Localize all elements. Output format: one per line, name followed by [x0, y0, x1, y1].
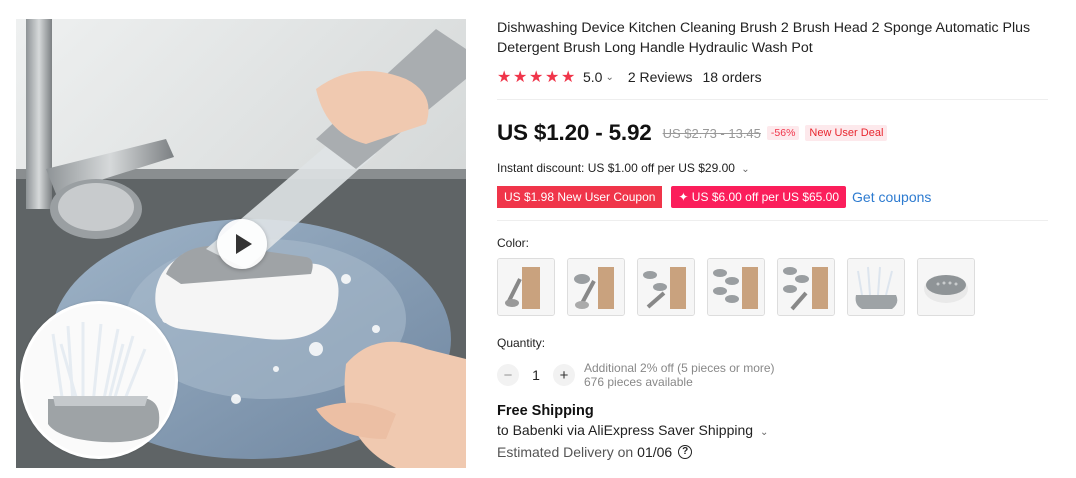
star-icon: ★ [513, 68, 528, 86]
stock-available: 676 pieces available [584, 375, 693, 389]
product-main-image[interactable] [16, 19, 466, 468]
shipping-method[interactable]: to Babenki via AliExpress Saver Shipping… [497, 422, 1057, 438]
brush-box-variant-1-icon [498, 259, 554, 315]
color-label: Color: [497, 236, 530, 250]
brush-box-variant-5-icon [778, 259, 834, 315]
chevron-down-icon[interactable]: ⌄ [605, 72, 613, 83]
star-icon: ★ [529, 68, 544, 86]
instant-discount-text: Instant discount: US $1.00 off per US $2… [497, 161, 735, 175]
help-icon[interactable]: ? [678, 445, 693, 459]
quantity-label: Quantity: [497, 336, 546, 350]
brush-box-variant-2-icon [568, 259, 624, 315]
chevron-down-icon: ⌄ [741, 164, 750, 175]
delivery-label: Estimated Delivery on [497, 444, 634, 460]
color-option-7[interactable] [917, 258, 975, 316]
bulk-discount-note: Additional 2% off (5 pieces or more) [584, 361, 775, 375]
delivery-date: 01/06 [637, 444, 673, 460]
reviews-link[interactable]: 2 Reviews [628, 69, 693, 85]
decrease-quantity-button[interactable]: − [497, 364, 519, 386]
star-icon: ★ [497, 68, 512, 86]
get-coupons-link[interactable]: Get coupons [852, 189, 931, 205]
brush-head-inset-image [20, 301, 178, 459]
instant-discount[interactable]: Instant discount: US $1.00 off per US $2… [497, 161, 1057, 177]
product-title: Dishwashing Device Kitchen Cleaning Brus… [497, 20, 1031, 56]
estimated-delivery: Estimated Delivery on 01/06 ? [497, 444, 1057, 460]
color-option-6[interactable] [847, 258, 905, 316]
coupon-row: US $1.98 New User Coupon ✦ US $6.00 off … [497, 186, 1057, 208]
rating-value[interactable]: 5.0 [583, 69, 602, 85]
new-user-coupon[interactable]: US $1.98 New User Coupon [497, 186, 663, 208]
original-price: US $2.73 - 13.45 [662, 125, 761, 141]
star-icon: ★ [561, 68, 576, 86]
product-info: Dishwashing Device Kitchen Cleaning Brus… [497, 18, 1057, 460]
quantity-input[interactable]: 1 [519, 367, 553, 383]
brush-head-variant-icon [848, 259, 904, 315]
orders-count: 18 orders [702, 69, 762, 85]
rating-row: ★ ★ ★ ★ ★ 5.0 ⌄ 2 Reviews 18 orders [497, 66, 1057, 88]
star-icon: ★ [545, 68, 560, 86]
color-option-3[interactable] [637, 258, 695, 316]
store-coupon[interactable]: ✦ US $6.00 off per US $65.00 [671, 186, 847, 208]
divider [497, 220, 1048, 221]
increase-quantity-button[interactable]: + [553, 364, 575, 386]
current-price: US $1.20 - 5.92 [497, 120, 652, 145]
price-row: US $1.20 - 5.92 US $2.73 - 13.45 -56% Ne… [497, 119, 1057, 147]
quantity-stepper: − 1 + Additional 2% off (5 pieces or mor… [497, 361, 1057, 389]
shipping-method-text: to Babenki via AliExpress Saver Shipping [497, 422, 754, 438]
color-option-2[interactable] [567, 258, 625, 316]
color-option-4[interactable] [707, 258, 765, 316]
chevron-down-icon: ⌄ [759, 427, 769, 438]
divider [497, 99, 1048, 100]
rating-stars[interactable]: ★ ★ ★ ★ ★ [497, 68, 576, 86]
discount-badge: -56% [766, 126, 800, 140]
color-option-5[interactable] [777, 258, 835, 316]
color-swatches [497, 258, 1057, 316]
shipping-title: Free Shipping [497, 403, 594, 419]
play-video-button[interactable] [217, 219, 267, 269]
brush-box-variant-3-icon [638, 259, 694, 315]
new-user-deal-badge: New User Deal [805, 125, 888, 141]
color-option-1[interactable] [497, 258, 555, 316]
brush-head-icon [23, 304, 175, 456]
brush-box-variant-4-icon [708, 259, 764, 315]
sponge-head-variant-icon [918, 259, 974, 315]
quantity-note: Additional 2% off (5 pieces or more) 676… [584, 361, 775, 389]
